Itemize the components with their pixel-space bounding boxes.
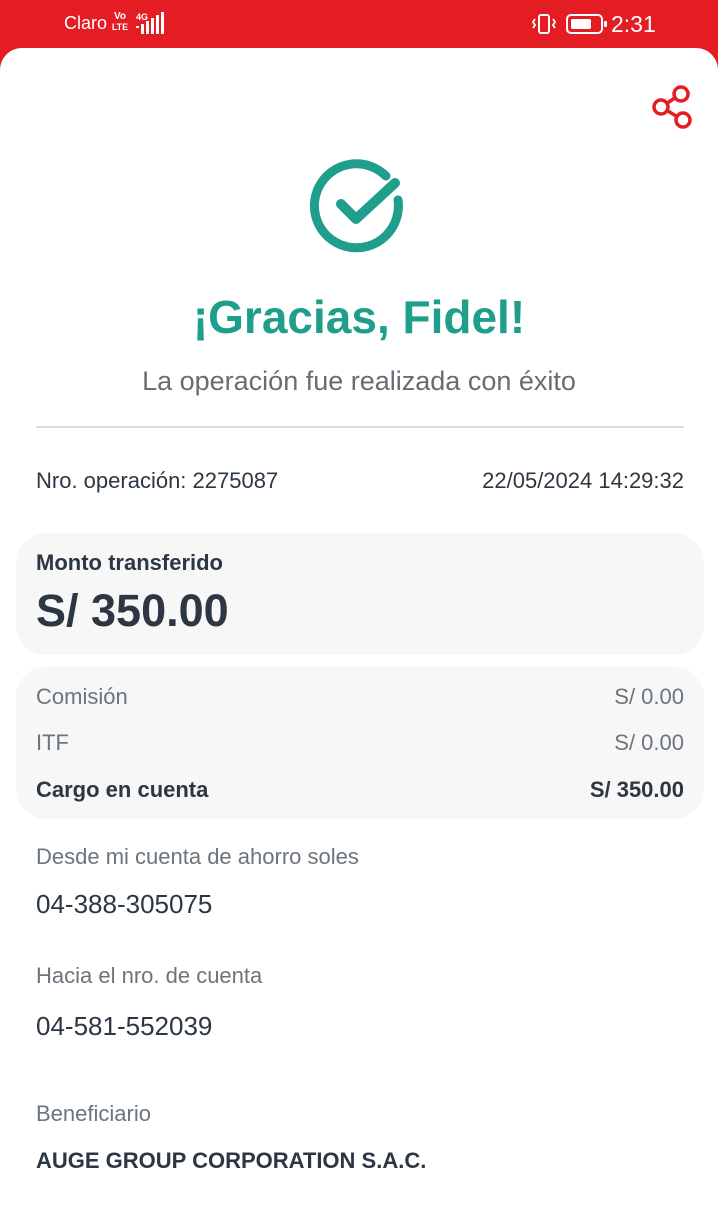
- success-title: ¡Gracias, Fidel!: [192, 291, 526, 343]
- amount-card: Monto transferido S/ 350.00: [16, 533, 704, 655]
- operation-number: Nro. operación: 2275087: [36, 468, 279, 493]
- charge-row-itf: ITF S/ 0.00: [36, 730, 684, 760]
- vibrate-icon: [531, 14, 557, 34]
- beneficiary-label: Beneficiario: [36, 1101, 151, 1126]
- beneficiary-value: AUGE GROUP CORPORATION S.A.C.: [36, 1148, 427, 1173]
- from-account-label: Desde mi cuenta de ahorro soles: [36, 844, 359, 869]
- battery-icon: [566, 14, 607, 34]
- volte-top-label: Vo: [113, 11, 127, 22]
- volte-bottom-label: LTE: [111, 22, 129, 32]
- charge-row-total: Cargo en cuenta S/ 350.00: [36, 777, 684, 807]
- success-subtitle: La operación fue realizada con éxito: [142, 366, 576, 396]
- operation-datetime: 22/05/2024 14:29:32: [482, 468, 684, 493]
- signal-icon: 4G: [136, 12, 164, 34]
- carrier-name: Claro: [64, 13, 108, 33]
- amount-value: S/ 350.00: [36, 585, 229, 636]
- volte-indicator: Vo LTE: [109, 12, 131, 36]
- to-account-label: Hacia el nro. de cuenta: [36, 963, 263, 988]
- charge-label: Cargo en cuenta: [36, 777, 209, 802]
- charges-card: Comisión S/ 0.00 ITF S/ 0.00 Cargo en cu…: [16, 667, 704, 819]
- check-circle-icon: [309, 159, 403, 253]
- charge-label: ITF: [36, 730, 69, 755]
- status-clock: 2:31: [611, 11, 656, 37]
- network-type-label: 4G: [136, 12, 148, 22]
- share-icon[interactable]: [651, 84, 693, 130]
- charge-label: Comisión: [36, 684, 128, 709]
- status-bar: Claro Vo LTE 4G 2:31: [0, 0, 718, 48]
- amount-label: Monto transferido: [36, 550, 223, 575]
- charge-row-commission: Comisión S/ 0.00: [36, 684, 684, 714]
- charge-value: S/ 350.00: [589, 777, 684, 802]
- from-account-value: 04-388-305075: [36, 889, 213, 919]
- divider: [36, 426, 684, 428]
- charge-value: S/ 0.00: [614, 684, 684, 709]
- charge-value: S/ 0.00: [614, 730, 684, 755]
- to-account-value: 04-581-552039: [36, 1011, 213, 1041]
